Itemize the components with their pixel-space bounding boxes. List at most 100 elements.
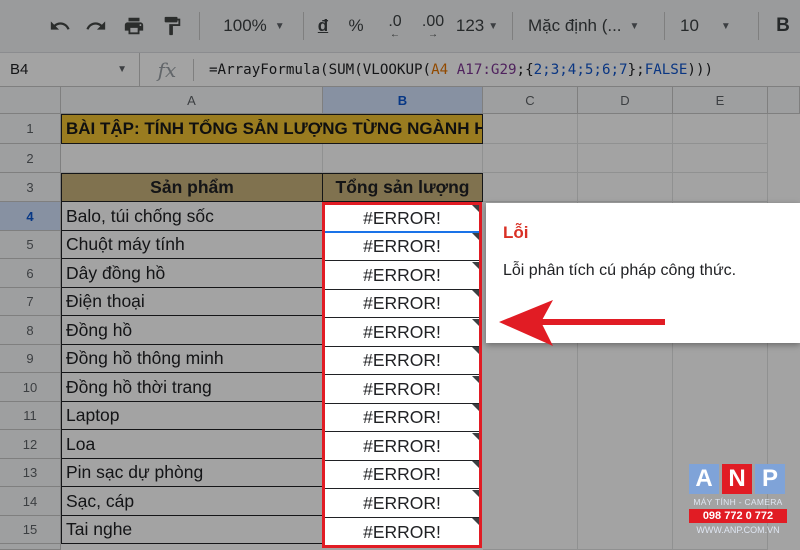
product-cell[interactable]: Sạc, cáp	[61, 487, 323, 516]
row-header-10[interactable]: 10	[0, 373, 61, 402]
product-cell[interactable]: Đồng hồ thông minh	[61, 345, 323, 373]
increase-decimal-label: .00	[421, 12, 445, 30]
row-header-3[interactable]: 3	[0, 173, 61, 202]
more-formats-label: 123	[455, 16, 485, 35]
row-header-5[interactable]: 5	[0, 231, 61, 259]
cell[interactable]	[673, 173, 768, 202]
row-header-2[interactable]: 2	[0, 144, 61, 173]
row-header-15[interactable]: 15	[0, 516, 61, 544]
formula-prefix: =ArrayFormula(SUM(VLOOKUP(	[209, 61, 432, 78]
header-cell-product[interactable]: Sản phẩm	[61, 173, 323, 202]
product-cell[interactable]: Tai nghe	[61, 516, 323, 544]
zoom-value: 100%	[223, 16, 267, 35]
row-header-12[interactable]: 12	[0, 430, 61, 459]
column-header-b[interactable]: B	[323, 87, 483, 114]
bold-button[interactable]: B	[772, 10, 794, 42]
row-header-16[interactable]	[0, 544, 61, 550]
logo-website: WWW.ANP.COM.VN	[696, 525, 780, 535]
cell[interactable]	[578, 173, 673, 202]
row-header-7[interactable]: 7	[0, 288, 61, 316]
header-cell-total[interactable]: Tổng sản lượng	[322, 173, 483, 202]
column-header-d[interactable]: D	[578, 87, 673, 114]
chevron-down-icon: ▼	[274, 20, 285, 32]
formula-close-brace: }	[627, 61, 637, 78]
toolbar: 100% ▼ đ % .0 ← .00 → 123 ▼ Mặc định (..…	[0, 0, 800, 53]
decrease-decimal-button[interactable]: .0 ←	[380, 10, 410, 42]
red-highlight-box	[322, 202, 482, 548]
row-header-11[interactable]: 11	[0, 402, 61, 430]
percent-label: %	[348, 16, 364, 35]
formula-closing-parens: )))	[687, 61, 714, 78]
arrow-left-icon: ←	[390, 28, 400, 40]
formula-false-keyword: FALSE	[644, 61, 688, 78]
chevron-down-icon: ▼	[488, 20, 499, 32]
row-header-1[interactable]: 1	[0, 114, 61, 144]
toolbar-divider	[199, 12, 200, 40]
red-arrow-icon	[499, 300, 665, 346]
undo-icon[interactable]	[46, 10, 74, 42]
cell[interactable]	[323, 144, 483, 173]
name-box[interactable]: B4 ▼	[0, 53, 140, 86]
cell[interactable]	[483, 173, 578, 202]
logo-letter-n: N	[722, 464, 752, 494]
percent-format-button[interactable]: %	[344, 10, 368, 42]
product-cell[interactable]: Điện thoại	[61, 288, 323, 316]
toolbar-divider	[303, 12, 304, 40]
font-size-value: 10	[680, 16, 699, 35]
column-header-a[interactable]: A	[61, 87, 323, 114]
formula-array-values: 2;3;4;5;6;7	[533, 61, 628, 78]
title-cell[interactable]: BÀI TẬP: TÍNH TỔNG SẢN LƯỢNG TỪNG NGÀNH …	[61, 114, 483, 144]
row-header-6[interactable]: 6	[0, 259, 61, 288]
increase-decimal-button[interactable]: .00 →	[418, 10, 448, 42]
cell[interactable]	[483, 114, 578, 144]
row-header-4[interactable]: 4	[0, 202, 61, 231]
formula-separator: ;	[636, 61, 645, 78]
chevron-down-icon: ▼	[117, 64, 127, 75]
row-header-9[interactable]: 9	[0, 345, 61, 373]
chevron-down-icon: ▼	[720, 20, 731, 32]
print-icon[interactable]	[120, 10, 148, 42]
logo-letter-a: A	[689, 464, 719, 494]
product-cell[interactable]: Laptop	[61, 402, 323, 430]
cell[interactable]	[61, 144, 323, 173]
cell[interactable]	[673, 144, 768, 173]
cell[interactable]	[483, 144, 578, 173]
font-family-select[interactable]: Mặc định (... ▼	[528, 10, 658, 42]
product-cell[interactable]: Pin sạc dự phòng	[61, 459, 323, 487]
formula-open-brace: {	[525, 61, 534, 78]
logo-tagline: MÁY TÍNH - CAMERA	[693, 497, 783, 507]
currency-label: đ	[317, 16, 329, 35]
bold-label: B	[776, 15, 790, 36]
zoom-select[interactable]: 100% ▼	[214, 10, 294, 42]
cell[interactable]	[673, 114, 768, 144]
formula-ref-a4: A4	[431, 61, 449, 78]
product-cell[interactable]: Dây đồng hồ	[61, 259, 323, 288]
cell[interactable]	[578, 144, 673, 173]
name-box-value: B4	[10, 61, 29, 78]
redo-icon[interactable]	[82, 10, 110, 42]
column-header-c[interactable]: C	[483, 87, 578, 114]
toolbar-divider	[664, 12, 665, 40]
product-cell[interactable]: Đồng hồ	[61, 316, 323, 345]
cell[interactable]	[578, 114, 673, 144]
font-size-select[interactable]: 10 ▼	[680, 10, 744, 42]
logo-phone: 098 772 0 772	[689, 509, 787, 523]
row-header-13[interactable]: 13	[0, 459, 61, 487]
select-all-corner[interactable]	[0, 87, 61, 114]
column-header-f[interactable]	[768, 87, 800, 114]
product-cell[interactable]: Chuột máy tính	[61, 231, 323, 259]
product-cell[interactable]: Đồng hồ thời trang	[61, 373, 323, 402]
toolbar-divider	[512, 12, 513, 40]
more-formats-button[interactable]: 123 ▼	[454, 10, 500, 42]
product-cell[interactable]: Loa	[61, 430, 323, 459]
product-cell[interactable]: Balo, túi chống sốc	[61, 202, 323, 231]
paint-format-icon[interactable]	[158, 10, 186, 42]
formula-input[interactable]: =ArrayFormula(SUM(VLOOKUP(A4 A17:G29;{2;…	[209, 53, 713, 86]
fx-divider	[193, 59, 194, 81]
column-header-e[interactable]: E	[673, 87, 768, 114]
formula-separator: ;	[516, 61, 526, 78]
row-header-8[interactable]: 8	[0, 316, 61, 345]
fx-icon: fx	[157, 57, 177, 82]
row-header-14[interactable]: 14	[0, 487, 61, 516]
currency-format-button[interactable]: đ	[312, 10, 334, 42]
